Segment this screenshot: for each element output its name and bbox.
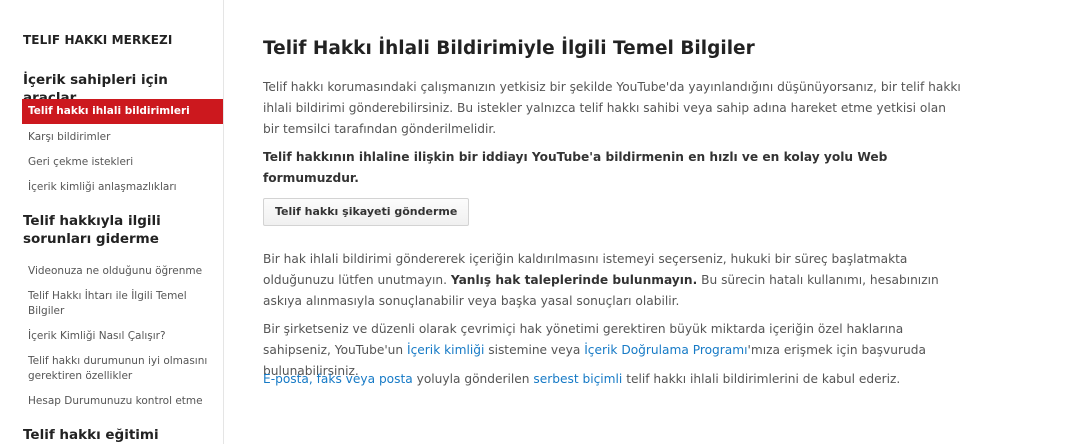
sidebar-item-good-standing-features[interactable]: Telif hakkı durumunun iyi olmasını gerek… xyxy=(28,354,213,383)
page-title: Telif Hakkı İhlali Bildirimiyle İlgili T… xyxy=(263,38,755,59)
sidebar-item-video-status[interactable]: Videonuza ne olduğunu öğrenme xyxy=(28,264,213,279)
sidebar-section-education[interactable]: Telif hakkı eğitimi xyxy=(23,426,218,444)
legal-warning-bold: Yanlış hak taleplerinde bulunmayın. xyxy=(450,273,698,287)
sidebar-item-account-status[interactable]: Hesap Durumunuzu kontrol etme xyxy=(28,394,213,409)
submit-complaint-button[interactable]: Telif hakkı şikayeti gönderme xyxy=(263,198,470,226)
sidebar-item-copyright-notices[interactable]: Telif hakkı ihlali bildirimleri xyxy=(22,99,223,124)
sidebar-item-counter-notices[interactable]: Karşı bildirimler xyxy=(28,130,213,145)
sidebar-item-content-id-disputes[interactable]: İçerik kimliği anlaşmazlıkları xyxy=(28,180,213,195)
intro-paragraph: Telif hakkı korumasındaki çalışmanızın y… xyxy=(263,80,961,136)
content-id-link[interactable]: İçerik kimliği xyxy=(407,343,484,357)
content-verification-link[interactable]: İçerik Doğrulama Programı xyxy=(584,343,747,357)
free-form-link[interactable]: serbest biçimli xyxy=(533,372,622,386)
sidebar-brand[interactable]: TELIF HAKKI MERKEZI xyxy=(23,33,172,47)
web-form-paragraph: Telif hakkının ihlaline ilişkin bir iddi… xyxy=(263,150,888,185)
free-form-text-2: telif hakkı ihlali bildirimlerini de kab… xyxy=(622,372,901,386)
legal-warning-paragraph: Bir hak ihlali bildirimi göndererek içer… xyxy=(263,249,963,312)
sidebar: TELIF HAKKI MERKEZI İçerik sahipleri içi… xyxy=(0,0,224,444)
free-form-text-1: yoluyla gönderilen xyxy=(412,372,534,386)
sidebar-item-strike-basics[interactable]: Telif Hakkı İhtarı ile İlgili Temel Bilg… xyxy=(28,289,213,318)
email-fax-mail-link[interactable]: E-posta, faks veya posta xyxy=(263,372,413,386)
free-form-paragraph: E-posta, faks veya posta yoluyla gönderi… xyxy=(263,369,963,390)
sidebar-item-retractions[interactable]: Geri çekme istekleri xyxy=(28,155,213,170)
sidebar-section-troubleshooting[interactable]: Telif hakkıyla ilgili sorunları giderme xyxy=(23,212,218,248)
sidebar-item-content-id-how[interactable]: İçerik Kimliği Nasıl Çalışır? xyxy=(28,329,213,344)
content-id-text-2: sistemine veya xyxy=(484,343,585,357)
